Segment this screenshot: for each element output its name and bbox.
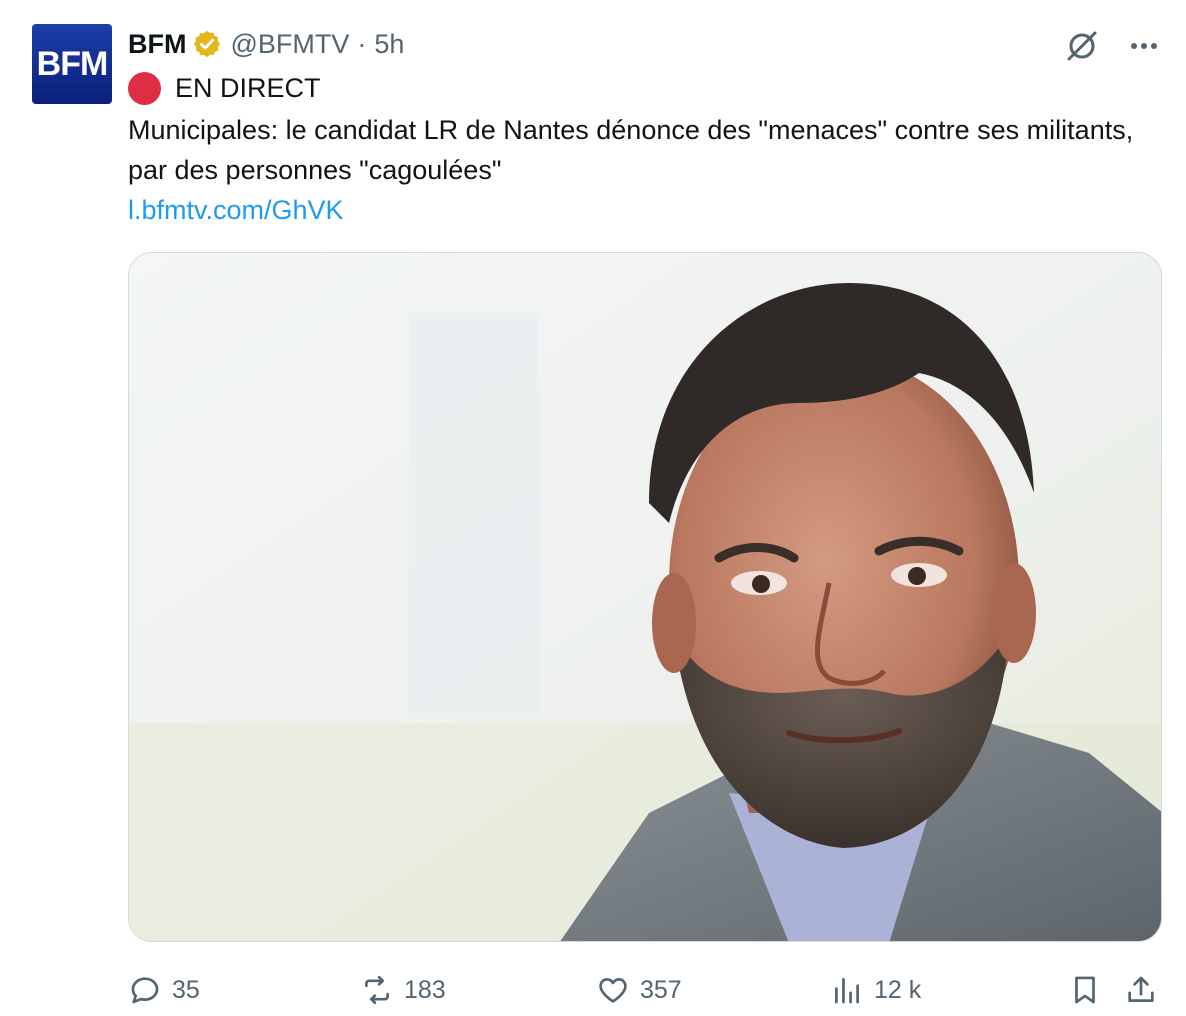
like-button[interactable]: 357 (596, 968, 682, 1012)
tweet-top-actions (1064, 28, 1162, 64)
share-icon (1128, 976, 1154, 1002)
views-count: 12 k (874, 975, 922, 1004)
tweet-header: BFM @BFMTV · 5h (128, 26, 404, 62)
retweet-icon (365, 975, 389, 1005)
reply-count: 35 (172, 975, 200, 1004)
photo-of-man (129, 253, 1161, 941)
tweet-text: Municipales: le candidat LR de Nantes dé… (128, 115, 1134, 185)
share-button[interactable] (1124, 968, 1168, 1012)
more-icon[interactable] (1126, 28, 1162, 64)
views-icon (835, 978, 859, 1004)
avatar[interactable]: BFM (32, 24, 112, 104)
grok-icon[interactable] (1064, 28, 1100, 64)
retweet-button[interactable]: 183 (360, 968, 446, 1012)
bookmark-button[interactable] (1068, 968, 1112, 1012)
reply-icon (131, 977, 159, 1004)
bookmark-icon (1075, 976, 1095, 1004)
tweet-media-image[interactable] (128, 252, 1162, 942)
tweet-action-bar: 35 183 357 12 k (128, 968, 1164, 1012)
avatar-logo-text: BFM (36, 44, 109, 83)
like-count: 357 (640, 975, 682, 1004)
reply-button[interactable]: 35 (128, 968, 200, 1012)
tweet-link[interactable]: l.bfmtv.com/GhVK (128, 190, 344, 230)
timestamp[interactable]: 5h (374, 29, 404, 60)
author-name[interactable]: BFM (128, 29, 186, 60)
live-label: EN DIRECT (128, 72, 321, 105)
views-button[interactable]: 12 k (830, 968, 921, 1012)
red-circle-icon (128, 72, 161, 105)
like-icon (599, 978, 627, 1003)
live-text: EN DIRECT (175, 73, 321, 103)
verified-badge-icon (194, 30, 221, 58)
author-handle[interactable]: @BFMTV (230, 29, 349, 60)
retweet-count: 183 (404, 975, 446, 1004)
separator-dot: · (357, 28, 367, 59)
